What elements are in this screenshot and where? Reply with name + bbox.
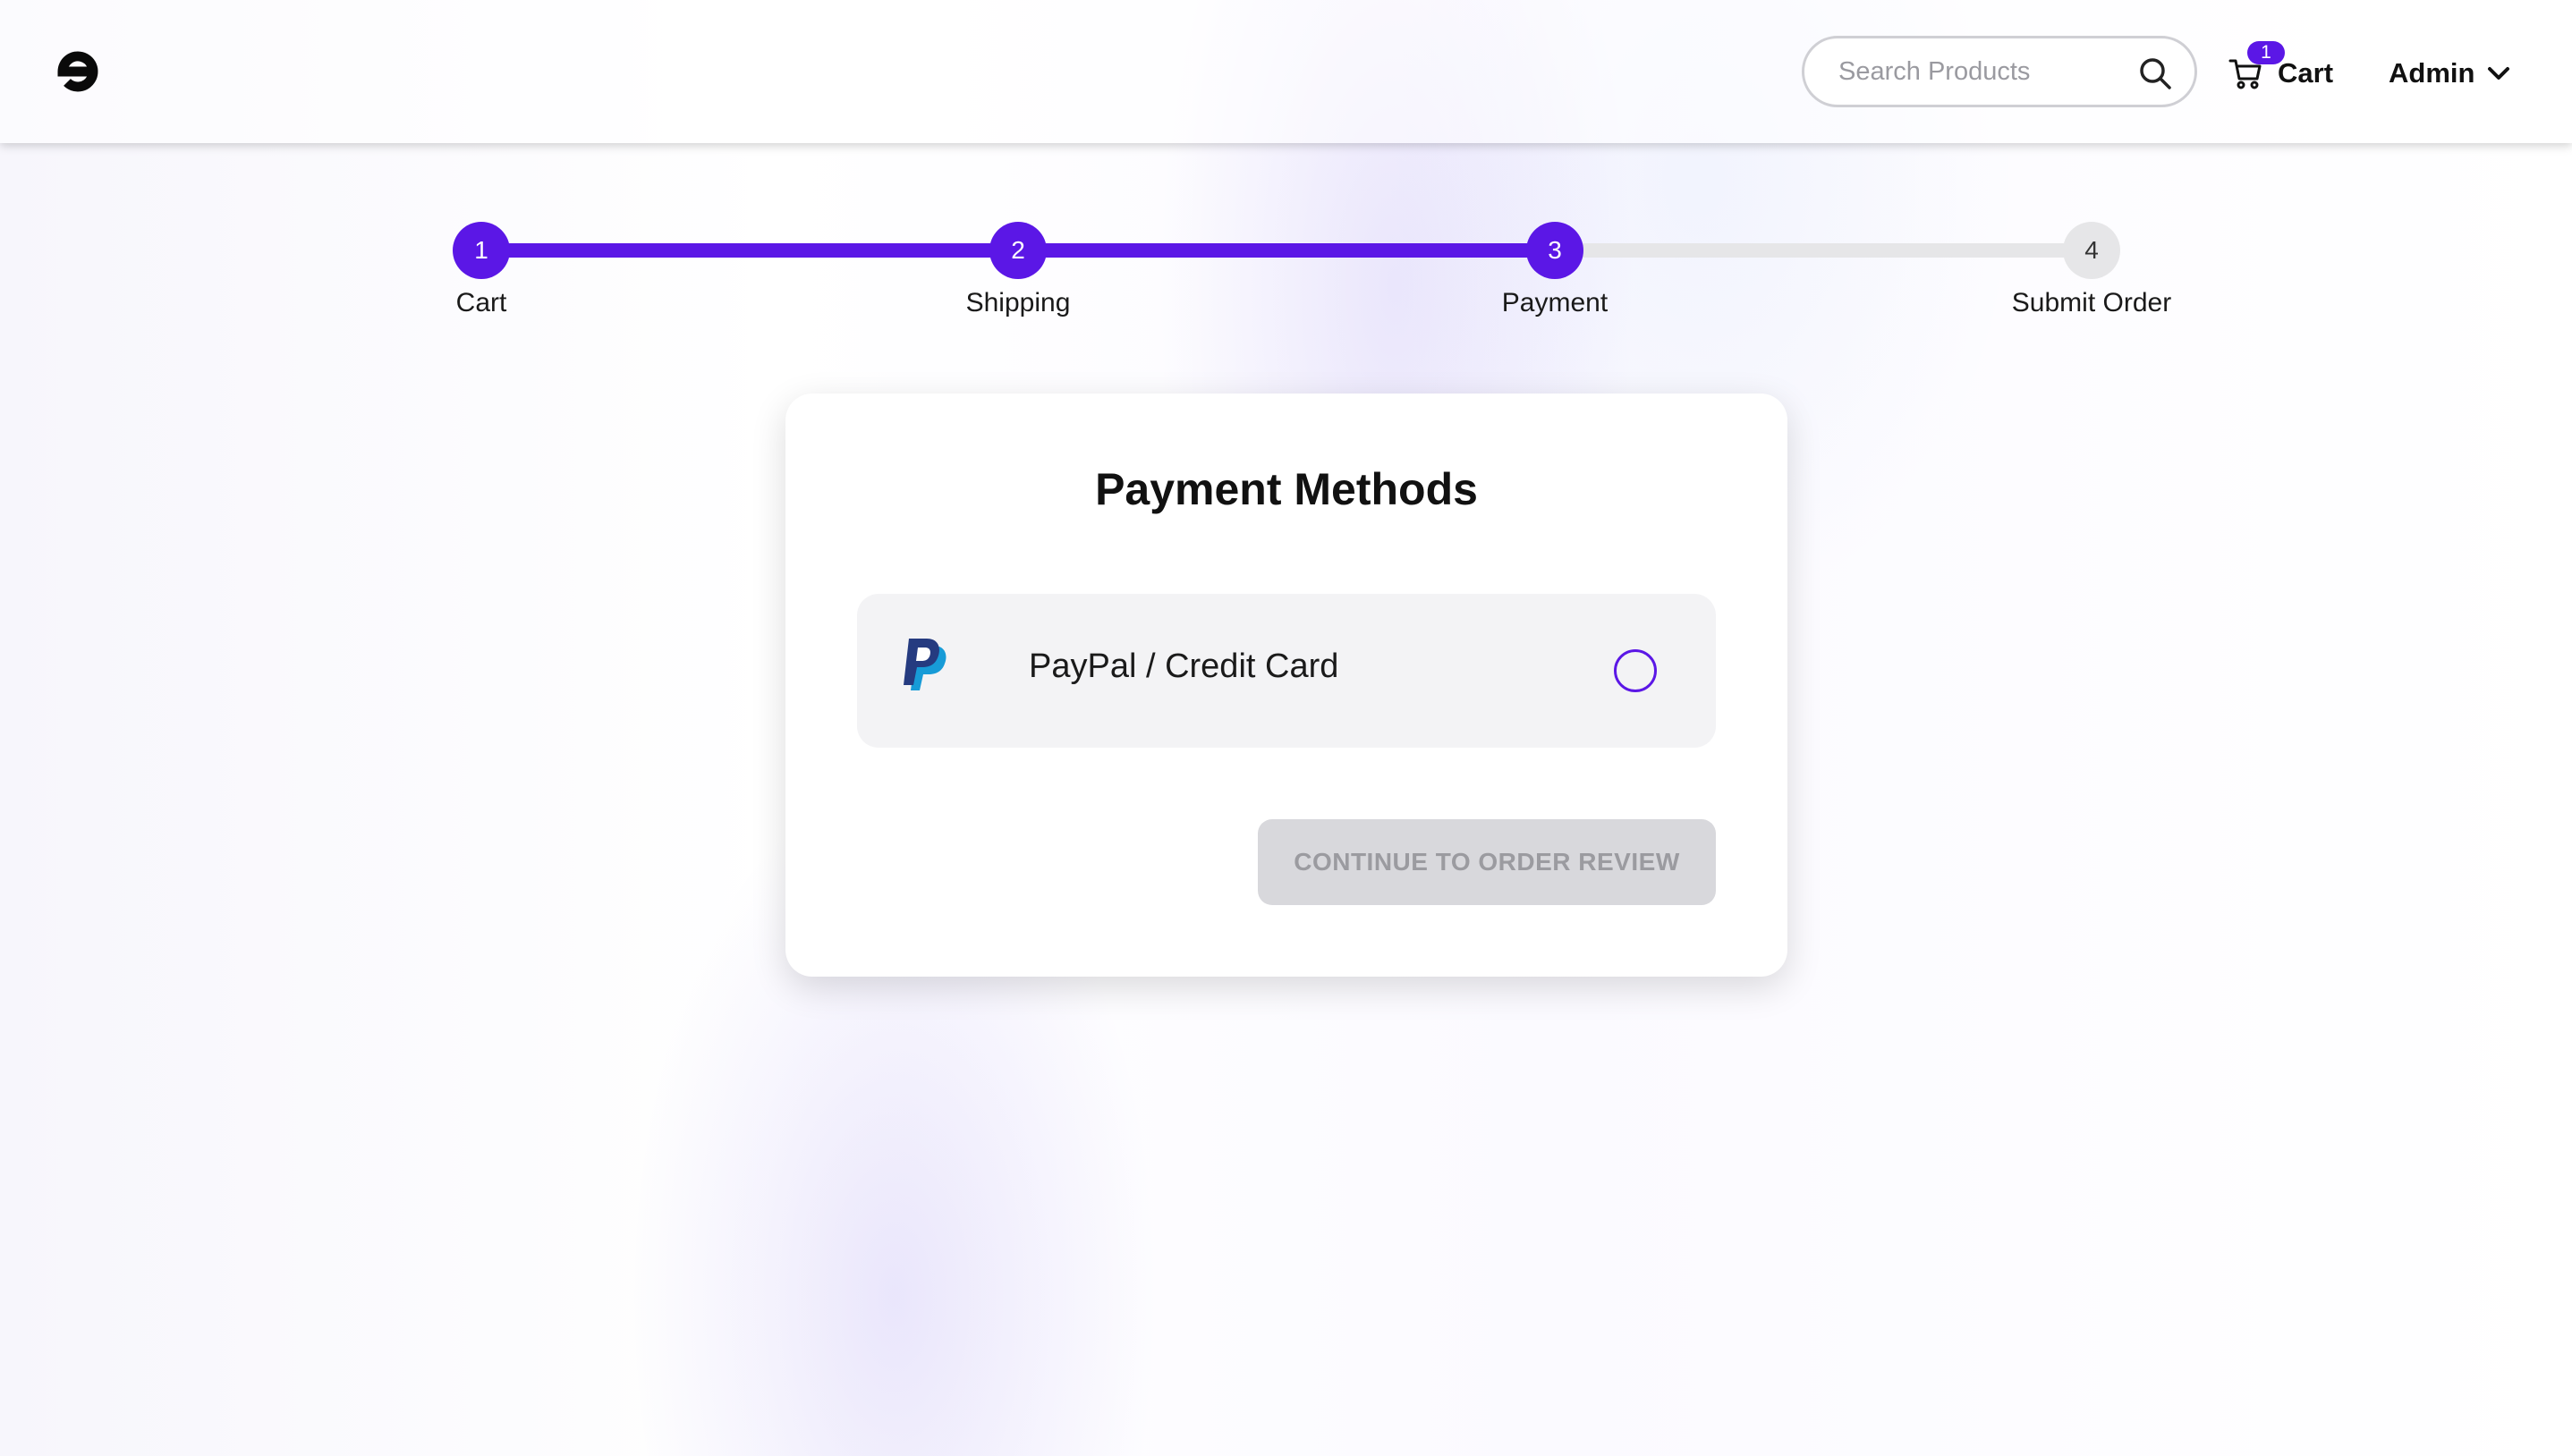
chevron-down-icon [2485, 61, 2512, 88]
page-title: Payment Methods [1095, 464, 1478, 514]
logo-icon[interactable] [52, 47, 102, 97]
step-1-label: Cart [455, 288, 507, 317]
cart-label: Cart [2278, 57, 2334, 89]
search-input[interactable] [1838, 38, 2125, 105]
cart-button[interactable]: 1 Cart [2228, 41, 2335, 102]
step-3-circle: 3 [1526, 222, 1583, 279]
step-4-circle: 4 [2063, 222, 2120, 279]
step-2-circle: 2 [989, 222, 1047, 279]
search-box [1802, 36, 2197, 107]
payment-option-paypal[interactable]: PayPal / Credit Card [857, 594, 1716, 748]
payment-methods-card: Payment Methods PayPal / Credit Card CON… [785, 394, 1787, 977]
payment-option-radio[interactable] [1614, 649, 1657, 692]
step-2-label: Shipping [965, 288, 1071, 317]
top-navbar: 1 Cart Admin [0, 0, 2572, 143]
step-3-label: Payment [1501, 288, 1609, 317]
user-menu[interactable]: Admin [2389, 50, 2514, 95]
user-menu-label: Admin [2389, 57, 2475, 89]
step-1-circle: 1 [453, 222, 510, 279]
step-4-label: Submit Order [2011, 288, 2172, 317]
continue-to-order-review-button[interactable]: CONTINUE TO ORDER REVIEW [1258, 819, 1716, 905]
stepper-progress-remaining [1555, 243, 2092, 258]
paypal-icon [902, 637, 954, 699]
payment-option-label: PayPal / Credit Card [1029, 648, 1339, 685]
search-icon[interactable] [2137, 55, 2173, 91]
